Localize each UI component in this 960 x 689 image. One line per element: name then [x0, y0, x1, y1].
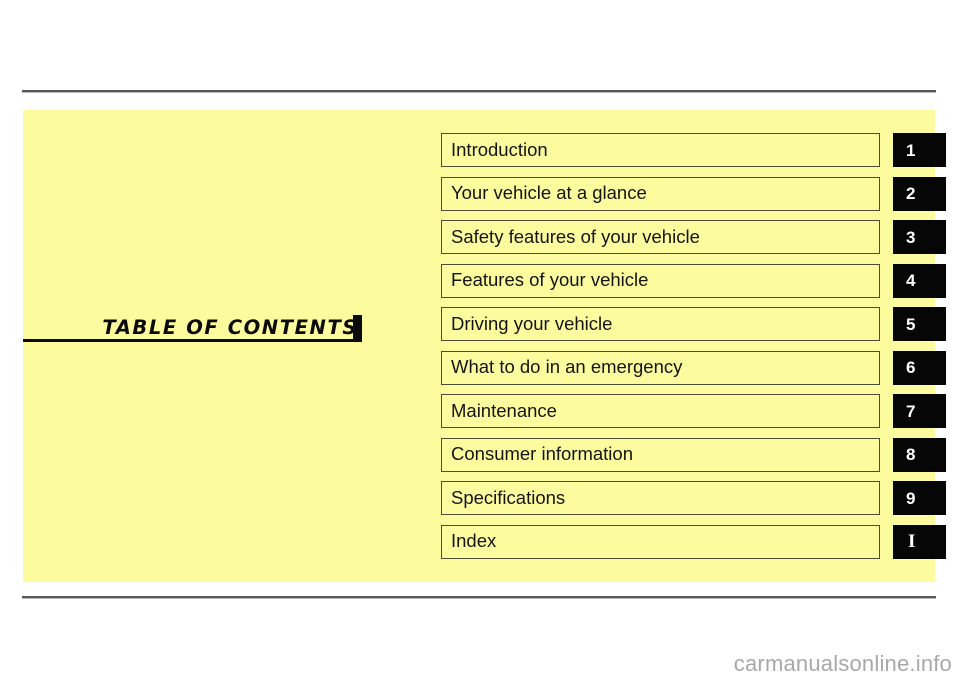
chapter-badge-number: 4: [906, 271, 916, 290]
title-end-block-icon: [353, 315, 362, 339]
chapter-badge-number: I: [908, 531, 916, 552]
watermark: carmanualsonline.info: [733, 651, 952, 676]
manual-page: TABLE OF CONTENTS Introduction 1 Your ve…: [0, 0, 960, 689]
chapter-badge-number: 5: [906, 314, 916, 334]
chapter-badge-number: 7: [906, 401, 916, 421]
contents-list: Introduction 1 Your vehicle at a glance …: [441, 133, 946, 559]
list-item[interactable]: Index I: [441, 524, 946, 559]
chapter-label: Consumer information: [451, 443, 633, 465]
list-item[interactable]: Specifications 9: [441, 481, 946, 515]
chapter-badge-number: 3: [906, 227, 916, 247]
chapter-label-box[interactable]: Your vehicle at a glance: [441, 176, 880, 211]
chapter-badge-number: 2: [906, 184, 916, 203]
chapter-label: What to do in an emergency: [451, 356, 683, 378]
list-item[interactable]: Introduction 1: [441, 133, 946, 167]
chapter-badge[interactable]: 6: [893, 350, 946, 385]
list-item[interactable]: Your vehicle at a glance 2: [441, 176, 946, 211]
chapter-label-box[interactable]: Specifications: [441, 481, 880, 515]
list-item[interactable]: Safety features of your vehicle 3: [441, 220, 946, 254]
chapter-badge[interactable]: 5: [893, 307, 946, 341]
table-of-contents-heading: TABLE OF CONTENTS: [23, 306, 368, 346]
chapter-label-box[interactable]: Maintenance: [441, 394, 880, 428]
chapter-label-box[interactable]: Introduction: [441, 133, 880, 167]
chapter-badge-number: 9: [906, 488, 916, 508]
top-rule: [22, 90, 936, 93]
chapter-label-box[interactable]: Features of your vehicle: [441, 263, 880, 298]
chapter-label: Your vehicle at a glance: [451, 182, 647, 204]
chapter-label-box[interactable]: What to do in an emergency: [441, 350, 880, 385]
chapter-label: Features of your vehicle: [451, 269, 649, 291]
chapter-label-box[interactable]: Safety features of your vehicle: [441, 220, 880, 254]
chapter-label-box[interactable]: Consumer information: [441, 437, 880, 472]
list-item[interactable]: Consumer information 8: [441, 437, 946, 472]
chapter-badge[interactable]: 7: [893, 394, 946, 428]
title-underline: [23, 339, 362, 342]
chapter-badge-number: 1: [906, 140, 916, 160]
chapter-badge[interactable]: 4: [893, 263, 946, 298]
chapter-badge[interactable]: 8: [893, 437, 946, 472]
chapter-label: Driving your vehicle: [451, 312, 613, 334]
chapter-label-box[interactable]: Index: [441, 524, 880, 559]
chapter-label-box[interactable]: Driving your vehicle: [441, 307, 880, 341]
chapter-label: Safety features of your vehicle: [451, 225, 700, 247]
chapter-badge[interactable]: 2: [893, 176, 946, 211]
list-item[interactable]: Maintenance 7: [441, 394, 946, 428]
chapter-badge[interactable]: 9: [893, 481, 946, 515]
list-item[interactable]: Driving your vehicle 5: [441, 307, 946, 341]
chapter-badge-number: 8: [906, 445, 916, 464]
chapter-label: Introduction: [451, 138, 548, 160]
chapter-badge[interactable]: I: [893, 524, 946, 559]
chapter-badge[interactable]: 3: [893, 220, 946, 254]
bottom-rule: [22, 596, 936, 599]
chapter-label: Maintenance: [451, 399, 557, 421]
list-item[interactable]: Features of your vehicle 4: [441, 263, 946, 298]
list-item[interactable]: What to do in an emergency 6: [441, 350, 946, 385]
chapter-badge-number: 6: [906, 358, 916, 377]
page-title: TABLE OF CONTENTS: [102, 316, 358, 339]
chapter-label: Specifications: [451, 486, 566, 508]
chapter-badge[interactable]: 1: [893, 133, 946, 167]
chapter-label: Index: [451, 530, 497, 552]
